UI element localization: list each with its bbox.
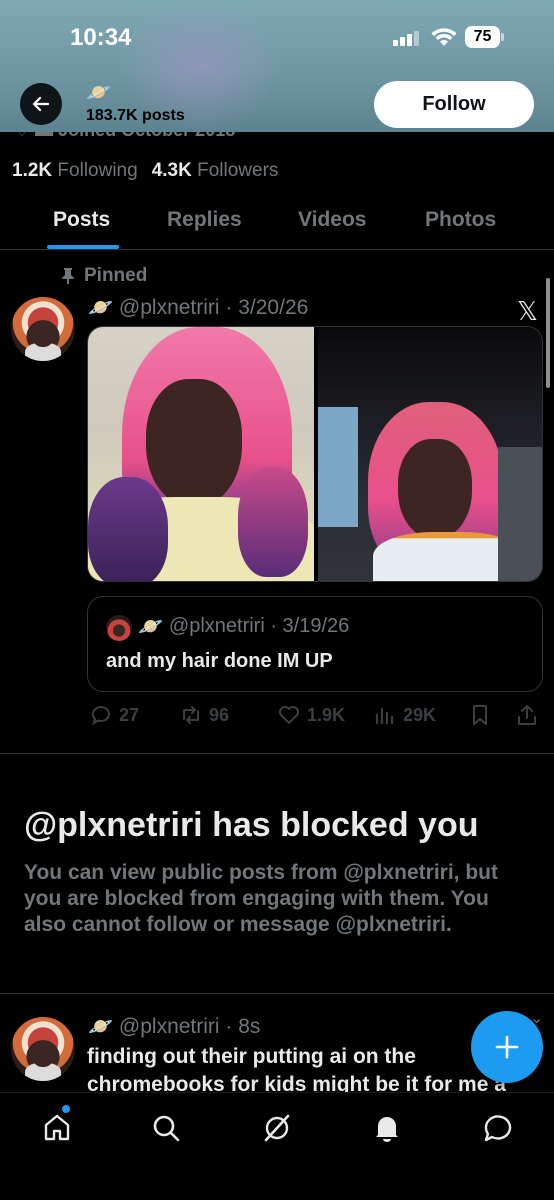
cellular-signal-icon (393, 30, 423, 46)
quoted-post-text: and my hair done IM UP (106, 650, 333, 672)
tab-replies[interactable]: Replies (167, 208, 242, 232)
bookmark-icon (473, 705, 487, 725)
quoted-avatar (106, 615, 132, 641)
plus-icon (495, 1035, 519, 1059)
heart-icon (279, 706, 299, 724)
repost-count: 96 (209, 704, 230, 725)
post-photo-1[interactable] (88, 327, 314, 581)
bookmark-button[interactable] (468, 703, 492, 727)
posts-count: 183.7K posts (86, 107, 185, 124)
wifi-icon (431, 28, 457, 46)
share-button[interactable] (515, 703, 539, 727)
profile-name-emoji: 🪐 (86, 82, 111, 104)
quoted-handle-date: @plxnetriri · 3/19/26 (168, 615, 350, 637)
post-header: 🪐 @plxnetriri · 3/20/26 (88, 295, 308, 320)
like-button[interactable]: 1.9K (277, 703, 345, 727)
pinned-label-row: Pinned (60, 265, 147, 287)
search-icon[interactable] (149, 1111, 183, 1145)
post-header: 🪐 @plxnetriri · 8s (88, 1014, 260, 1039)
blocked-title: @plxnetriri has blocked you (24, 806, 479, 844)
views-button[interactable]: 29K (373, 703, 436, 727)
following-label: Following (57, 160, 138, 181)
post-actions: 27 96 1.9K 29K (87, 703, 543, 733)
pinned-label: Pinned (84, 265, 148, 286)
followers-count: 4.3K (151, 160, 192, 181)
quoted-post-header: 🪐 @plxnetriri · 3/19/26 (138, 614, 349, 639)
section-divider (0, 993, 554, 994)
compose-post-button[interactable] (471, 1011, 543, 1083)
repost-icon (183, 706, 199, 724)
joined-date-row: ♡ ▬ Joined October 2018 (14, 132, 414, 142)
status-time: 10:34 (70, 24, 132, 51)
grok-icon[interactable] (260, 1111, 294, 1145)
following-link[interactable]: 1.2K Following (12, 160, 138, 182)
x-logo-icon: 𝕏 (517, 297, 538, 327)
reply-count: 27 (119, 704, 140, 725)
birthday-icon: ♡ ▬ (14, 132, 53, 140)
post-author-emoji: 🪐 (88, 1016, 113, 1038)
messages-icon[interactable] (481, 1111, 515, 1145)
tab-videos[interactable]: Videos (298, 208, 366, 232)
quoted-post[interactable]: 🪐 @plxnetriri · 3/19/26 and my hair done… (87, 596, 543, 692)
status-bar: 10:34 75 (0, 0, 554, 70)
post-author-emoji: 🪐 (88, 297, 113, 319)
home-notification-dot (62, 1105, 70, 1113)
avatar[interactable] (11, 1017, 75, 1081)
bottom-navigation (0, 1092, 554, 1200)
reply-button[interactable]: 27 (89, 703, 139, 727)
post-photo-2[interactable] (318, 327, 542, 581)
joined-text: Joined October 2018 (58, 132, 235, 140)
blocked-description: You can view public posts from @plxnetri… (24, 861, 498, 936)
repost-button[interactable]: 96 (179, 703, 229, 727)
home-icon[interactable] (40, 1111, 74, 1145)
battery-icon: 75 (465, 26, 505, 48)
battery-level: 75 (465, 26, 500, 48)
views-icon (375, 707, 394, 725)
share-icon (518, 705, 536, 725)
follow-button[interactable]: Follow (374, 81, 534, 128)
followers-link[interactable]: 4.3K Followers (152, 160, 279, 182)
arrow-left-icon (32, 96, 50, 112)
like-count: 1.9K (307, 704, 346, 725)
avatar[interactable] (11, 297, 75, 361)
followers-label: Followers (197, 160, 279, 181)
following-count: 1.2K (12, 160, 53, 181)
post-handle-time[interactable]: @plxnetriri · 8s (119, 1015, 261, 1039)
active-tab-indicator (47, 245, 119, 249)
profile-tabs: Posts Replies Videos Photos (0, 198, 554, 250)
profile-header: 10:34 75 🪐 183.7K posts Follow (0, 0, 554, 132)
back-button[interactable] (20, 83, 62, 125)
views-count: 29K (403, 704, 437, 725)
pin-icon (62, 268, 74, 284)
post-text: finding out their putting ai on the chro… (87, 1045, 506, 1096)
scrollbar[interactable] (546, 278, 550, 388)
post-media-grid (87, 326, 543, 582)
post-divider (0, 753, 554, 754)
notifications-icon[interactable] (370, 1111, 404, 1145)
reply-icon (92, 706, 110, 726)
tab-photos[interactable]: Photos (425, 208, 496, 232)
tab-posts[interactable]: Posts (53, 208, 110, 232)
follow-stats: 1.2K Following 4.3K Followers (12, 160, 278, 182)
post-handle-date[interactable]: @plxnetriri · 3/20/26 (119, 296, 308, 320)
quoted-author-emoji: 🪐 (138, 616, 163, 638)
